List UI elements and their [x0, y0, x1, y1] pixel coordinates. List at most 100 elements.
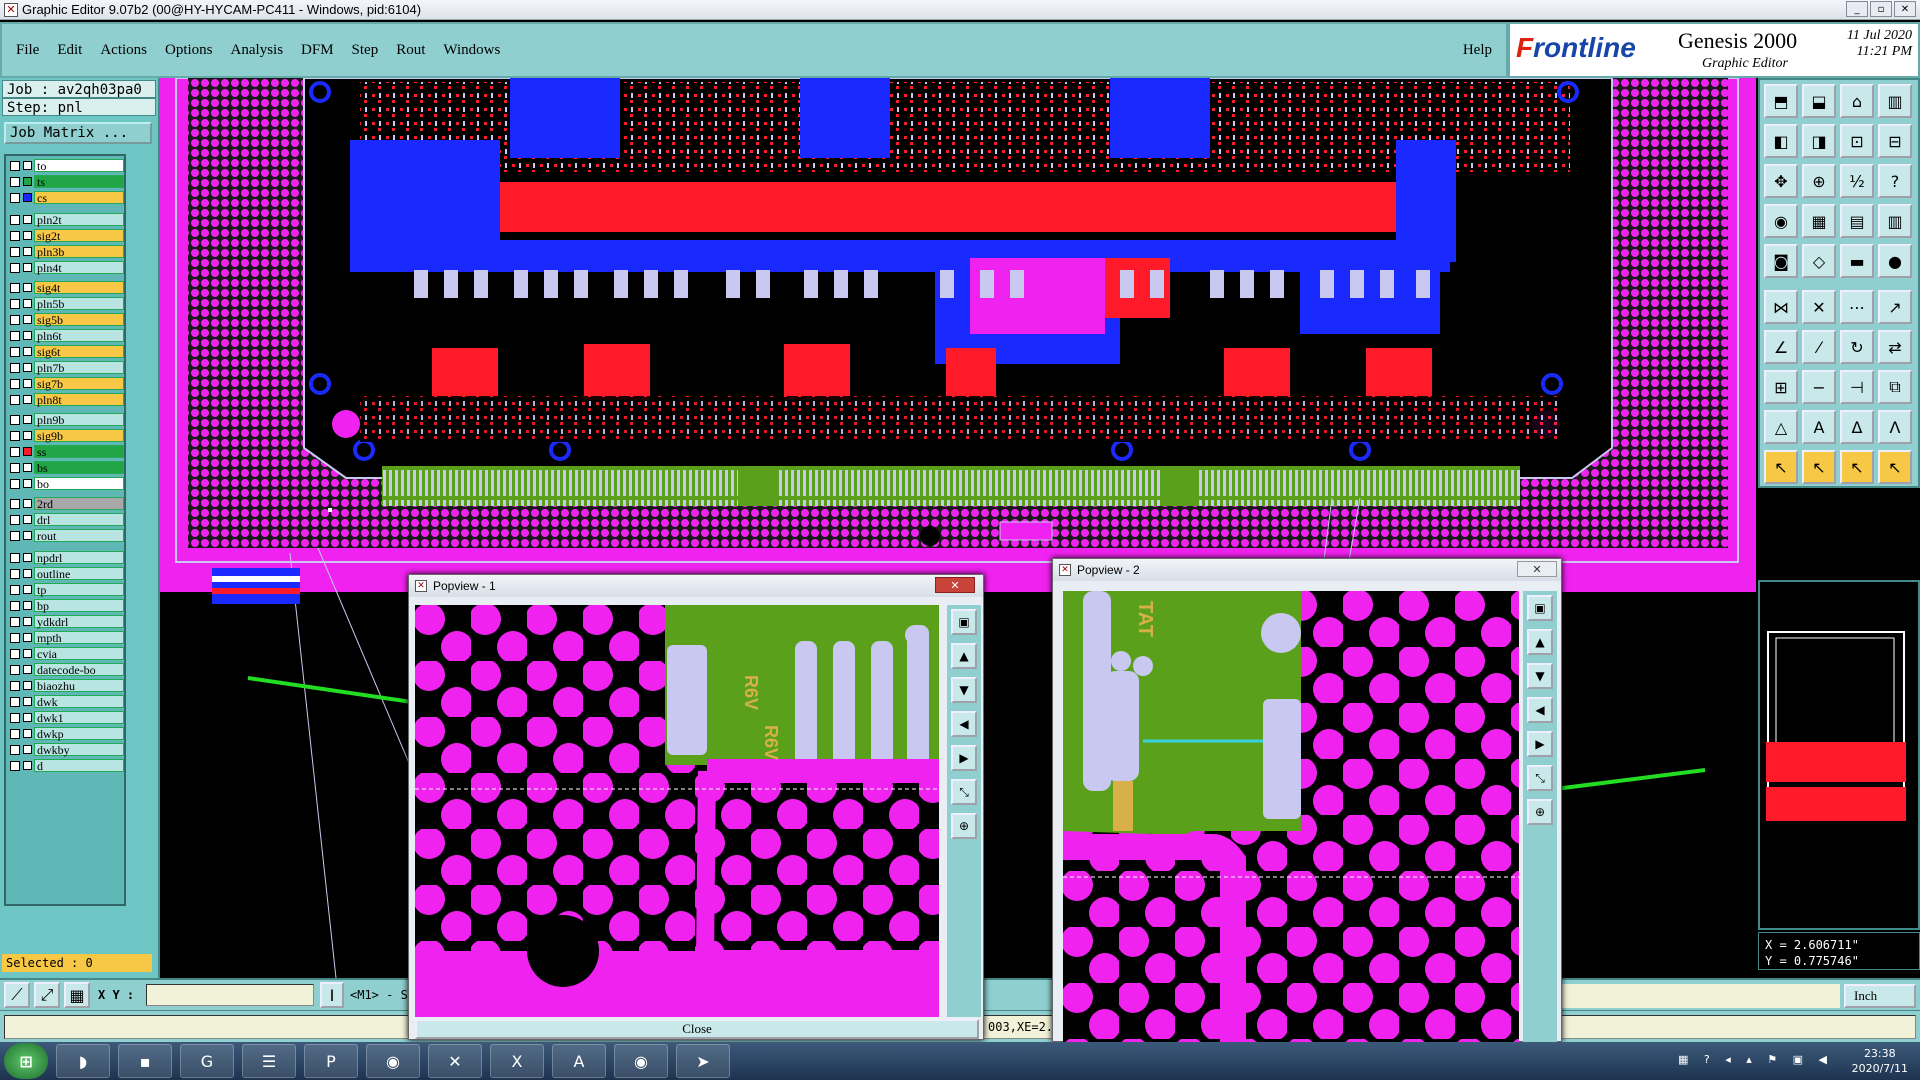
layer-checkbox[interactable] — [10, 616, 20, 627]
window-up-icon[interactable]: ⬒ — [1764, 84, 1798, 118]
layer-checkbox[interactable] — [10, 648, 20, 659]
layer-row-outline[interactable]: outline — [8, 566, 124, 581]
menu-rout[interactable]: Rout — [396, 42, 425, 59]
outline-b-icon[interactable]: Δ — [1840, 410, 1874, 444]
layer-row-dwk1[interactable]: dwk1 — [8, 710, 124, 725]
pv1-pan-right-icon[interactable]: ▶ — [951, 745, 977, 771]
layer-color-swatch[interactable] — [23, 697, 32, 706]
layer-color-swatch[interactable] — [23, 499, 32, 508]
pv2-pan-right-icon[interactable]: ▶ — [1527, 731, 1553, 757]
line-width-icon[interactable]: ▬ — [1840, 244, 1874, 278]
layer-checkbox[interactable] — [10, 514, 20, 525]
pv1-zoom-in-icon[interactable]: ⊕ — [951, 813, 977, 839]
layer-checkbox[interactable] — [10, 430, 20, 441]
pv1-pan-down-icon[interactable]: ▼ — [951, 677, 977, 703]
layer-name[interactable]: d — [34, 759, 124, 773]
layer-checkbox[interactable] — [10, 346, 20, 357]
layer-checkbox[interactable] — [10, 214, 20, 225]
layer-name[interactable]: sig4t — [34, 281, 124, 295]
layer-color-swatch[interactable] — [23, 193, 32, 202]
layer-row-sig4t[interactable]: sig4t — [8, 280, 124, 295]
layer-checkbox[interactable] — [10, 498, 20, 509]
job-matrix-button[interactable]: Job Matrix ... — [4, 122, 152, 144]
layer-checkbox[interactable] — [10, 298, 20, 309]
layer-row-d[interactable]: d — [8, 758, 124, 773]
layer-name[interactable]: pln8t — [34, 393, 124, 407]
layer-color-swatch[interactable] — [23, 649, 32, 658]
pv2-pan-up-icon[interactable]: ▲ — [1527, 629, 1553, 655]
layer-checkbox[interactable] — [10, 192, 20, 203]
measure-icon[interactable]: ⟋ — [4, 982, 30, 1008]
layer-checkbox[interactable] — [10, 728, 20, 739]
minimize-button[interactable]: _ — [1846, 1, 1868, 17]
pad-icon[interactable]: ◙ — [1764, 244, 1798, 278]
layer-checkbox[interactable] — [10, 176, 20, 187]
text-cursor-icon[interactable]: I — [320, 982, 344, 1008]
arc-icon[interactable]: ↻ — [1840, 330, 1874, 364]
outline-a-icon[interactable]: Α — [1802, 410, 1836, 444]
pan-left-icon[interactable]: ◧ — [1764, 124, 1798, 158]
layer-name[interactable]: pln7b — [34, 361, 124, 375]
pointer-b-icon[interactable]: ↖ — [1802, 450, 1836, 484]
menu-step[interactable]: Step — [352, 42, 379, 59]
layer-checkbox[interactable] — [10, 680, 20, 691]
layer-color-swatch[interactable] — [23, 531, 32, 540]
overview-map[interactable] — [1758, 580, 1920, 930]
layer-row-pln7b[interactable]: pln7b — [8, 360, 124, 375]
menu-help[interactable]: Help — [1463, 42, 1492, 59]
layer-checkbox[interactable] — [10, 362, 20, 373]
layer-checkbox[interactable] — [10, 600, 20, 611]
layer-checkbox[interactable] — [10, 744, 20, 755]
layer-color-swatch[interactable] — [23, 553, 32, 562]
pan-right-icon[interactable]: ◨ — [1802, 124, 1836, 158]
pointer-d-icon[interactable]: ↖ — [1878, 450, 1912, 484]
taskbar-fish-icon[interactable]: ◉ — [614, 1044, 668, 1078]
pad-add-icon[interactable]: ⊞ — [1764, 370, 1798, 404]
layer-name[interactable]: drl — [34, 513, 124, 527]
layer-color-swatch[interactable] — [23, 633, 32, 642]
window-down-icon[interactable]: ⬓ — [1802, 84, 1836, 118]
layer-name[interactable]: dwkp — [34, 727, 124, 741]
menu-analysis[interactable]: Analysis — [231, 42, 284, 59]
connect-icon[interactable]: ⋈ — [1764, 290, 1798, 324]
stack-up-icon[interactable]: ▤ — [1840, 204, 1874, 238]
layer-checkbox[interactable] — [10, 632, 20, 643]
layer-row-sig6t[interactable]: sig6t — [8, 344, 124, 359]
layer-color-swatch[interactable] — [23, 761, 32, 770]
layer-color-swatch[interactable] — [23, 263, 32, 272]
layer-name[interactable]: to — [34, 159, 124, 173]
layer-color-swatch[interactable] — [23, 161, 32, 170]
shape-icon[interactable]: ◇ — [1802, 244, 1836, 278]
popview-1-view[interactable]: R6V R6V — [415, 605, 939, 1017]
layer-checkbox[interactable] — [10, 230, 20, 241]
xy-input[interactable] — [146, 984, 314, 1006]
layer-row-bs[interactable]: bs — [8, 460, 124, 475]
layer-row-sig7b[interactable]: sig7b — [8, 376, 124, 391]
layer-color-swatch[interactable] — [23, 415, 32, 424]
layer-name[interactable]: tp — [34, 583, 124, 597]
pv2-fit-icon[interactable]: ▣ — [1527, 595, 1553, 621]
measure-icon[interactable]: ⊣ — [1840, 370, 1874, 404]
menu-actions[interactable]: Actions — [100, 42, 147, 59]
layer-name[interactable]: ydkdrl — [34, 615, 124, 629]
layer-row-pln3b[interactable]: pln3b — [8, 244, 124, 259]
zoom-layer-icon[interactable]: ⊟ — [1878, 124, 1912, 158]
layer-row-npdrl[interactable]: npdrl — [8, 550, 124, 565]
layer-name[interactable]: ss — [34, 445, 124, 459]
layer-row-to[interactable]: to — [8, 158, 124, 173]
layer-color-swatch[interactable] — [23, 729, 32, 738]
layer-color-swatch[interactable] — [23, 515, 32, 524]
layer-name[interactable]: bs — [34, 461, 124, 475]
layer-name[interactable]: pln5b — [34, 297, 124, 311]
close-button[interactable]: ✕ — [1894, 1, 1916, 17]
layer-row-dwk[interactable]: dwk — [8, 694, 124, 709]
layer-name[interactable]: rout — [34, 529, 124, 543]
pv1-fit-icon[interactable]: ▣ — [951, 609, 977, 635]
layer-name[interactable]: pln4t — [34, 261, 124, 275]
layer-row-tp[interactable]: tp — [8, 582, 124, 597]
layer-row-pln6t[interactable]: pln6t — [8, 328, 124, 343]
menu-windows[interactable]: Windows — [443, 42, 500, 59]
layer-row-rout[interactable]: rout — [8, 528, 124, 543]
layer-row-dwkby[interactable]: dwkby — [8, 742, 124, 757]
layer-color-swatch[interactable] — [23, 231, 32, 240]
